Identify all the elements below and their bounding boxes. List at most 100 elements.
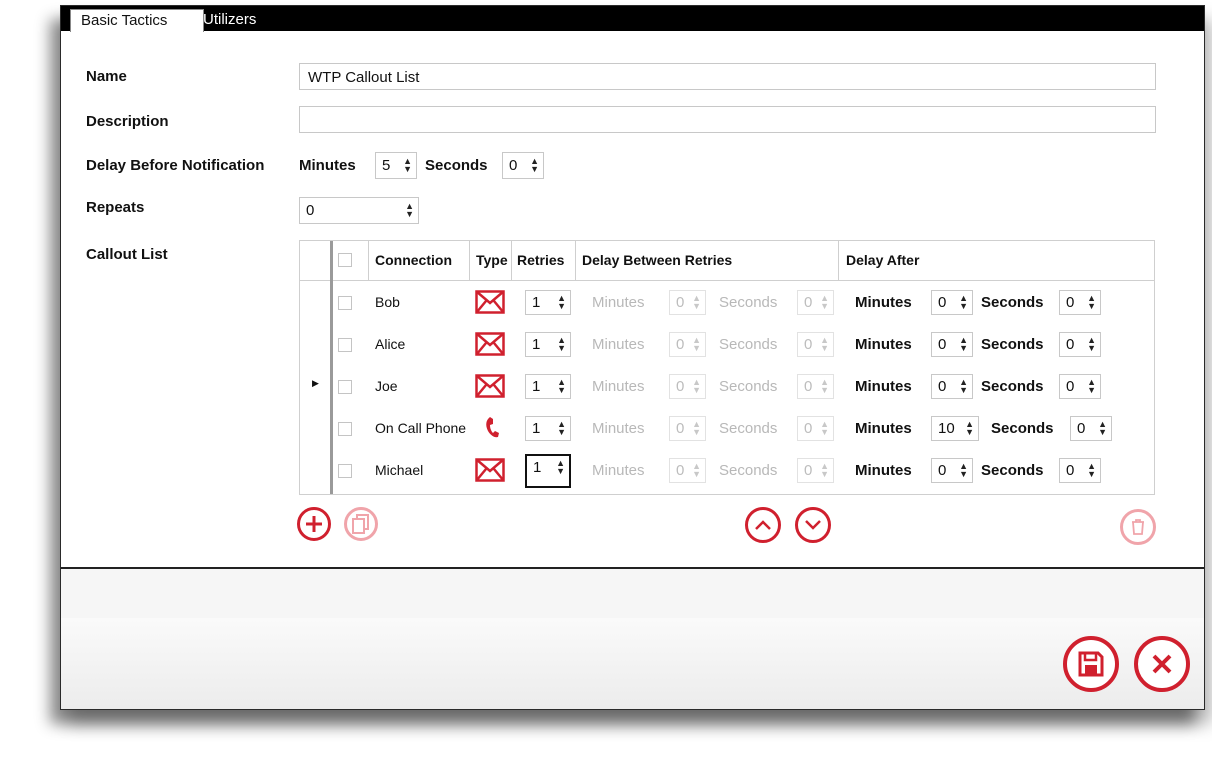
dbr-seconds-stepper[interactable]: 0 ▲ ▼ — [797, 332, 834, 357]
da-minutes-stepper[interactable]: 0 ▲ ▼ — [931, 458, 973, 483]
add-row-button[interactable] — [297, 507, 331, 541]
spinner-arrows-icon[interactable]: ▲ ▼ — [820, 462, 829, 479]
retries-stepper[interactable]: 1 ▲ ▼ — [525, 454, 571, 488]
dbr-minutes-stepper[interactable]: 0 ▲ ▼ — [669, 416, 706, 441]
spinner-arrows-icon[interactable]: ▲ ▼ — [820, 294, 829, 311]
da-seconds-stepper[interactable]: 0 ▲ ▼ — [1070, 416, 1112, 441]
spinner-arrows-icon[interactable]: ▲ ▼ — [959, 336, 968, 353]
save-icon — [1078, 651, 1104, 677]
table-row[interactable]: Alice 1 ▲ ▼ Minutes 0 ▲ ▼ Seconds 0 ▲ ▼ Minutes 0 ▲ ▼ Se… — [300, 324, 1154, 366]
col-divider — [511, 241, 512, 280]
table-row[interactable]: Michael 1 ▲ ▼ Minutes 0 ▲ ▼ Seconds 0 ▲ ▼ Minutes 0 ▲ ▼… — [300, 450, 1154, 492]
spinner-arrows-icon[interactable]: ▲ ▼ — [1087, 462, 1096, 479]
row-checkbox[interactable] — [338, 464, 352, 478]
retries-stepper[interactable]: 1 ▲ ▼ — [525, 290, 571, 315]
da-seconds-label: Seconds — [991, 420, 1054, 437]
name-label: Name — [86, 68, 127, 85]
da-seconds-stepper[interactable]: 0 ▲ ▼ — [1059, 458, 1101, 483]
spinner-arrows-icon[interactable]: ▲ ▼ — [1087, 336, 1096, 353]
spinner-arrows-icon[interactable]: ▲ ▼ — [692, 378, 701, 395]
row-checkbox[interactable] — [338, 296, 352, 310]
description-field[interactable] — [299, 106, 1156, 133]
dbr-seconds-stepper[interactable]: 0 ▲ ▼ — [797, 290, 834, 315]
spinner-arrows-icon[interactable]: ▲ ▼ — [959, 462, 968, 479]
col-divider — [368, 241, 369, 280]
spinner-arrows-icon[interactable]: ▲ ▼ — [820, 378, 829, 395]
dbr-seconds-stepper[interactable]: 0 ▲ ▼ — [797, 374, 834, 399]
dbr-minutes-stepper[interactable]: 0 ▲ ▼ — [669, 332, 706, 357]
col-header-type[interactable]: Type — [476, 252, 508, 268]
da-minutes-stepper[interactable]: 0 ▲ ▼ — [931, 332, 973, 357]
select-all-checkbox[interactable] — [338, 253, 352, 267]
spinner-arrows-icon[interactable]: ▲ ▼ — [692, 294, 701, 311]
cancel-button[interactable] — [1134, 636, 1190, 692]
spinner-arrows-icon[interactable]: ▲ ▼ — [959, 294, 968, 311]
copy-row-button[interactable] — [344, 507, 378, 541]
spinner-arrows-icon[interactable]: ▲ ▼ — [1098, 420, 1107, 437]
spinner-arrows-icon[interactable]: ▲ ▼ — [692, 462, 701, 479]
spinner-arrows-icon[interactable]: ▲ ▼ — [405, 202, 414, 219]
spinner-arrows-icon[interactable]: ▲ ▼ — [557, 378, 566, 395]
spinner-arrows-icon[interactable]: ▲ ▼ — [557, 294, 566, 311]
spinner-arrows-icon[interactable]: ▲ ▼ — [556, 459, 565, 476]
spinner-arrows-icon[interactable]: ▲ ▼ — [692, 336, 701, 353]
dbr-seconds-stepper[interactable]: 0 ▲ ▼ — [797, 458, 834, 483]
da-seconds-stepper-value: 0 — [1066, 294, 1075, 311]
trash-icon — [1132, 519, 1144, 535]
table-row[interactable]: On Call Phone 1 ▲ ▼ Minutes 0 ▲ ▼ Seconds 0 ▲ ▼ Minu… — [300, 408, 1154, 450]
envelope-icon — [475, 458, 505, 482]
spinner-arrows-icon[interactable]: ▲ ▼ — [557, 420, 566, 437]
dbr-minutes-stepper[interactable]: 0 ▲ ▼ — [669, 290, 706, 315]
dbr-seconds-label: Seconds — [719, 294, 778, 311]
save-button[interactable] — [1063, 636, 1119, 692]
tab-utilizers[interactable]: Utilizers — [203, 9, 256, 31]
da-minutes-stepper[interactable]: 0 ▲ ▼ — [931, 290, 973, 315]
delay-seconds-stepper[interactable]: 0 ▲ ▼ — [502, 152, 544, 179]
spinner-arrows-icon[interactable]: ▲ ▼ — [1087, 294, 1096, 311]
row-checkbox[interactable] — [338, 338, 352, 352]
dbr-minutes-stepper[interactable]: 0 ▲ ▼ — [669, 374, 706, 399]
tab-basic-tactics[interactable]: Basic Tactics — [70, 9, 204, 32]
table-row[interactable]: Bob 1 ▲ ▼ Minutes 0 ▲ ▼ Seconds 0 ▲ ▼ Minutes 0 ▲ ▼ Seco… — [300, 282, 1154, 324]
dbr-minutes-stepper[interactable]: 0 ▲ ▼ — [669, 458, 706, 483]
name-field[interactable]: WTP Callout List — [299, 63, 1156, 90]
spinner-arrows-icon[interactable]: ▲ ▼ — [557, 336, 566, 353]
spinner-arrows-icon[interactable]: ▲ ▼ — [959, 378, 968, 395]
retries-stepper[interactable]: 1 ▲ ▼ — [525, 332, 571, 357]
delay-minutes-stepper[interactable]: 5 ▲ ▼ — [375, 152, 417, 179]
col-header-delay-between[interactable]: Delay Between Retries — [582, 252, 732, 268]
spinner-arrows-icon[interactable]: ▲ ▼ — [820, 420, 829, 437]
col-header-connection[interactable]: Connection — [375, 252, 452, 268]
table-row[interactable]: ▶ Joe 1 ▲ ▼ Minutes 0 ▲ ▼ Seconds 0 ▲ ▼ Minutes 0 ▲ ▼ Sec… — [300, 366, 1154, 408]
row-checkbox[interactable] — [338, 380, 352, 394]
connection-name: Joe — [375, 378, 398, 394]
move-up-button[interactable] — [745, 507, 781, 543]
spinner-arrows-icon[interactable]: ▲ ▼ — [820, 336, 829, 353]
delete-row-button[interactable] — [1120, 509, 1156, 545]
da-seconds-stepper[interactable]: 0 ▲ ▼ — [1059, 374, 1101, 399]
col-header-retries[interactable]: Retries — [517, 252, 564, 268]
col-header-delay-after[interactable]: Delay After — [846, 252, 919, 268]
repeats-stepper[interactable]: 0 ▲ ▼ — [299, 197, 419, 224]
delay-minutes-label: Minutes — [299, 157, 356, 174]
dbr-seconds-stepper-value: 0 — [804, 336, 813, 353]
repeats-value: 0 — [306, 202, 315, 219]
da-minutes-label: Minutes — [855, 462, 912, 479]
spinner-arrows-icon[interactable]: ▲ ▼ — [1087, 378, 1096, 395]
da-seconds-stepper[interactable]: 0 ▲ ▼ — [1059, 290, 1101, 315]
row-checkbox[interactable] — [338, 422, 352, 436]
retries-stepper[interactable]: 1 ▲ ▼ — [525, 374, 571, 399]
spinner-arrows-icon[interactable]: ▲ ▼ — [692, 420, 701, 437]
da-minutes-stepper[interactable]: 10 ▲ ▼ — [931, 416, 979, 441]
da-minutes-stepper[interactable]: 0 ▲ ▼ — [931, 374, 973, 399]
spinner-arrows-icon[interactable]: ▲ ▼ — [965, 420, 974, 437]
move-down-button[interactable] — [795, 507, 831, 543]
spinner-arrows-icon[interactable]: ▲ ▼ — [530, 157, 539, 174]
retries-stepper-value: 1 — [532, 336, 541, 353]
spinner-arrows-icon[interactable]: ▲ ▼ — [403, 157, 412, 174]
callout-grid: Connection Type Retries Delay Between Re… — [299, 240, 1155, 495]
dbr-seconds-stepper[interactable]: 0 ▲ ▼ — [797, 416, 834, 441]
footer — [61, 618, 1204, 709]
da-seconds-stepper[interactable]: 0 ▲ ▼ — [1059, 332, 1101, 357]
retries-stepper[interactable]: 1 ▲ ▼ — [525, 416, 571, 441]
